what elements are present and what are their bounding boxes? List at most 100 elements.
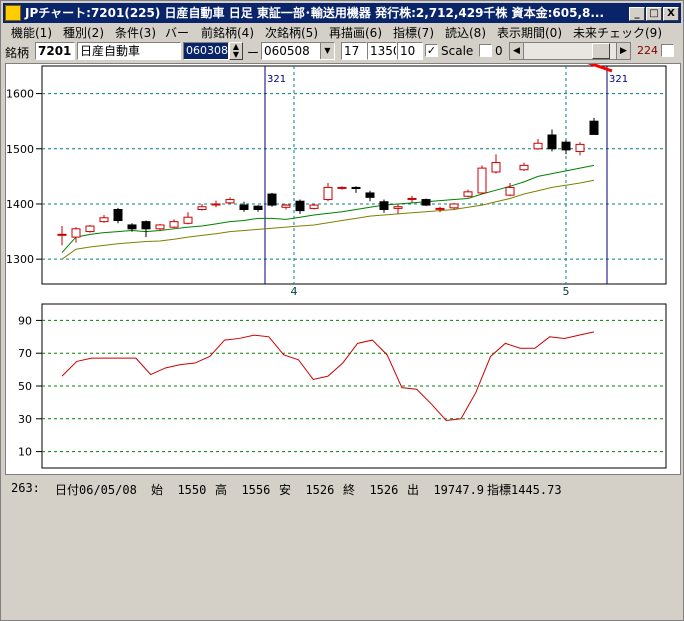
candle-body xyxy=(197,206,207,210)
candle-body xyxy=(407,197,417,200)
candle-body xyxy=(267,193,277,206)
candle-body xyxy=(491,162,501,173)
candle-body xyxy=(477,167,487,194)
candle-body xyxy=(155,224,165,230)
indicator-line xyxy=(61,331,595,421)
candle-body xyxy=(127,224,137,230)
param2-input[interactable]: 1350 xyxy=(367,42,397,60)
status-open: 始 1550 xyxy=(151,483,207,497)
candle-body xyxy=(519,164,529,171)
zero-label: 0 xyxy=(495,44,503,58)
menu-function[interactable]: 機能(1) xyxy=(11,24,52,41)
candle-body xyxy=(379,201,389,210)
extra-checkbox[interactable] xyxy=(661,44,674,57)
scale-label: Scale xyxy=(441,44,474,58)
candle-body xyxy=(337,186,347,189)
indicator-tick-label: 50 xyxy=(18,380,32,393)
param1-input[interactable]: 17 xyxy=(341,42,367,60)
menu-future-check[interactable]: 未来チェック(9) xyxy=(573,24,662,41)
close-button[interactable]: X xyxy=(663,7,679,21)
price-tick-label: 1600 xyxy=(6,88,34,101)
zero-checkbox[interactable] xyxy=(479,44,492,57)
menu-display-period[interactable]: 表示期間(0) xyxy=(497,24,562,41)
candle-body xyxy=(365,192,375,198)
candle-body xyxy=(323,186,333,201)
marker-label: 321 xyxy=(267,74,286,85)
candle-body xyxy=(575,143,585,153)
candle-body xyxy=(449,203,459,209)
title-bar[interactable]: JPチャート:7201(225) 日産自動車 日足 東証一部･輸送用機器 発行株… xyxy=(3,3,681,23)
menu-load[interactable]: 読込(8) xyxy=(445,24,486,41)
menu-next-stock[interactable]: 次銘柄(5) xyxy=(265,24,318,41)
ma-short-line xyxy=(61,164,595,253)
candle-body xyxy=(183,216,193,224)
indicator-tick-label: 90 xyxy=(18,314,32,327)
menu-bar: 機能(1) 種別(2) 条件(3) バー 前銘柄(4) 次銘柄(5) 再描画(6… xyxy=(3,23,681,41)
scroll-thumb[interactable] xyxy=(592,43,610,59)
candle-body xyxy=(463,191,473,197)
price-tick-label: 1500 xyxy=(6,143,34,156)
menu-redraw[interactable]: 再描画(6) xyxy=(329,24,382,41)
menu-bar-type[interactable]: バー xyxy=(165,24,189,41)
scroll-left-icon[interactable]: ◀ xyxy=(510,43,524,59)
start-date-input[interactable]: 060308 xyxy=(183,42,229,60)
candle-body xyxy=(99,217,109,223)
status-bar: 263: 日付06/05/08 始 1550 高 1556 安 1526 終 1… xyxy=(1,479,684,497)
candle-body xyxy=(71,228,81,238)
app-icon xyxy=(5,5,21,21)
code-label: 銘柄 xyxy=(5,46,30,60)
date-spinner[interactable]: ▲ ▼ xyxy=(229,42,243,60)
chevron-down-icon[interactable]: ▼ xyxy=(320,43,334,59)
maximize-button[interactable]: □ xyxy=(646,7,662,21)
indicator-tick-label: 30 xyxy=(18,413,32,426)
candle-body xyxy=(351,186,361,190)
candle-body xyxy=(225,199,235,204)
status-high: 高 1556 xyxy=(215,483,271,497)
candle-body xyxy=(239,204,249,210)
right-value: 224 xyxy=(637,44,658,57)
candle-body xyxy=(435,207,445,210)
candle-body xyxy=(421,199,431,206)
status-volume: 出 19747.9 xyxy=(407,483,485,497)
status-indicator: 指標1445.73 xyxy=(487,483,562,497)
price-panel-frame xyxy=(41,65,667,285)
scale-checkbox[interactable]: ✓ xyxy=(425,44,438,57)
marker-label: 321 xyxy=(609,74,628,85)
app-window: JPチャート:7201(225) 日産自動車 日足 東証一部･輸送用機器 発行株… xyxy=(0,0,684,621)
candle-body xyxy=(589,120,599,135)
trend-line xyxy=(419,2,613,73)
candle-body xyxy=(393,206,403,209)
candle-body xyxy=(295,200,305,212)
minimize-button[interactable]: _ xyxy=(629,7,645,21)
candle-body xyxy=(141,221,151,230)
candle-body xyxy=(113,208,123,222)
candle-body xyxy=(169,221,179,228)
menu-prev-stock[interactable]: 前銘柄(4) xyxy=(201,24,254,41)
status-date: 日付06/05/08 xyxy=(55,483,137,497)
stock-name-field[interactable]: 日産自動車 xyxy=(77,42,181,60)
param3-input[interactable]: 10 xyxy=(397,42,423,60)
candle-body xyxy=(281,204,291,208)
stock-code-input[interactable]: 7201 xyxy=(35,42,75,60)
candle-body xyxy=(533,142,543,150)
end-date-select[interactable]: 060508 ▼ xyxy=(261,42,335,60)
candle-body xyxy=(505,186,515,196)
window-title: JPチャート:7201(225) 日産自動車 日足 東証一部･輸送用機器 発行株… xyxy=(25,6,605,20)
menu-type[interactable]: 種別(2) xyxy=(63,24,104,41)
status-close: 終 1526 xyxy=(343,483,399,497)
price-tick-label: 1300 xyxy=(6,253,34,266)
chart-area[interactable]: 1600 1500 1400 1300 4 5 321 321 90 70 50 30 10 xyxy=(5,2,681,475)
menu-indicator[interactable]: 指標(7) xyxy=(393,24,434,41)
candle-body xyxy=(57,233,67,236)
price-tick-label: 1400 xyxy=(6,198,34,211)
scroll-right-icon[interactable]: ▶ xyxy=(616,43,630,59)
candle-body xyxy=(309,204,319,209)
menu-condition[interactable]: 条件(3) xyxy=(115,24,156,41)
chart-svg: 1600 1500 1400 1300 4 5 321 321 90 70 50 30 10 xyxy=(6,2,667,469)
month-tick-label: 5 xyxy=(563,285,570,298)
period-scrollbar[interactable]: ◀ ▶ xyxy=(509,42,631,60)
status-low: 安 1526 xyxy=(279,483,335,497)
indicator-tick-label: 10 xyxy=(18,446,32,459)
candle-body xyxy=(547,134,557,150)
status-index: 263: xyxy=(11,481,40,495)
